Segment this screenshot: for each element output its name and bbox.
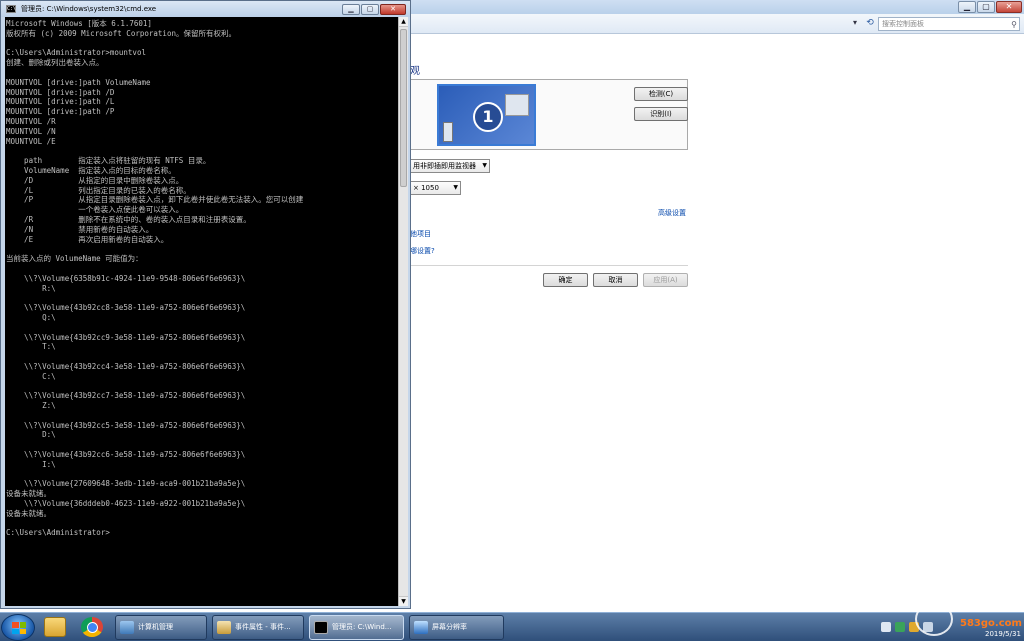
window-title: 管理员: C:\Windows\system32\cmd.exe [21,5,157,13]
taskbar-item-screen-resolution[interactable]: 屏幕分辨率 [409,615,504,640]
taskbar-item-cmd[interactable]: 管理员: C:\Wind... [309,615,404,640]
windows-logo-icon [12,622,26,634]
settings-help-link[interactable]: 哪设置? [410,246,435,256]
cmd-window: C:\ 管理员: C:\Windows\system32\cmd.exe ▁ ▢… [0,0,411,609]
taskbar-item-label: 计算机管理 [138,623,173,631]
taskbar-item-event-properties[interactable]: 事件属性 - 事件... [212,615,304,640]
watermark-logo [915,602,953,636]
caption-buttons: ▁ ▢ ✕ [342,4,406,15]
advanced-settings-link[interactable]: 高级设置 [658,208,686,218]
tray-app-icon[interactable] [895,622,905,632]
clock-date[interactable]: 2019/5/31 [985,630,1021,638]
scroll-up-icon[interactable]: ▲ [399,17,408,27]
scroll-down-icon[interactable]: ▼ [399,596,408,606]
maximize-button[interactable]: ▢ [977,1,995,13]
minimize-button[interactable]: ▁ [342,4,360,15]
identify-button[interactable]: 识别(I) [634,107,688,121]
address-bar: ▾ ⟲ 搜索控制面板 ⚲ [408,14,1024,34]
taskbar-item-label: 事件属性 - 事件... [235,623,291,631]
refresh-icon[interactable]: ⟲ [863,18,877,30]
console-text: Microsoft Windows [版本 6.1.7601] 版权所有 (c)… [6,19,304,538]
close-button[interactable]: ✕ [996,1,1022,13]
caption-buttons: ▁ ▢ ✕ [958,1,1022,13]
taskbar-item-computer-management[interactable]: 计算机管理 [115,615,207,640]
vertical-scrollbar[interactable]: ▲ ▼ [398,17,408,606]
maximize-button[interactable]: ▢ [361,4,379,15]
search-placeholder: 搜索控制面板 [882,20,924,28]
chevron-down-icon: ▼ [453,184,458,191]
cmd-icon [314,621,328,634]
minimize-button[interactable]: ▁ [958,1,976,13]
cmd-titlebar[interactable]: C:\ 管理员: C:\Windows\system32\cmd.exe ▁ ▢… [1,1,410,17]
resolution-select[interactable]: × 1050 ▼ [410,181,461,195]
search-icon[interactable]: ⚲ [1011,19,1017,30]
screen-resolution-titlebar[interactable]: ▁ ▢ ✕ [408,0,1024,14]
cancel-button[interactable]: 取消 [593,273,638,287]
start-button[interactable] [1,614,35,641]
watermark-text: 583go.com [960,618,1022,629]
close-button[interactable]: ✕ [380,4,406,15]
display-select-value: 用非即插即用监视器 [413,162,476,170]
event-viewer-icon [217,621,231,634]
taskbar-item-label: 管理员: C:\Wind... [332,623,392,631]
apply-button[interactable]: 应用(A) [643,273,688,287]
folder-icon[interactable] [44,617,66,637]
search-input[interactable]: 搜索控制面板 ⚲ [878,17,1020,31]
ok-button[interactable]: 确定 [543,273,588,287]
computer-tower-icon [443,122,453,142]
divider [410,265,688,266]
chrome-icon[interactable] [81,617,103,637]
monitor-thumbnail[interactable]: 1 [437,84,536,146]
chevron-down-icon: ▼ [482,162,487,169]
page-heading: 观 [410,66,420,77]
taskbar-item-label: 屏幕分辨率 [432,623,467,631]
display-select[interactable]: 用非即插即用监视器 ▼ [410,159,490,173]
cmd-icon[interactable]: C:\ [6,5,16,13]
monitor-icon [414,621,428,634]
tray-arrow-icon[interactable] [881,622,891,632]
scrollbar-thumb[interactable] [400,29,407,187]
console-output-area[interactable]: Microsoft Windows [版本 6.1.7601] 版权所有 (c)… [5,17,398,606]
monitor-number-badge: 1 [473,102,503,132]
address-dropdown-icon[interactable]: ▾ [849,18,861,30]
taskbar: 计算机管理 事件属性 - 事件... 管理员: C:\Wind... 屏幕分辨率… [0,612,1024,641]
resolution-select-value: × 1050 [413,184,439,192]
monitor-screen-icon [505,94,529,116]
other-items-link[interactable]: 他项目 [410,229,431,239]
detect-button[interactable]: 检测(C) [634,87,688,101]
computer-management-icon [120,621,134,634]
